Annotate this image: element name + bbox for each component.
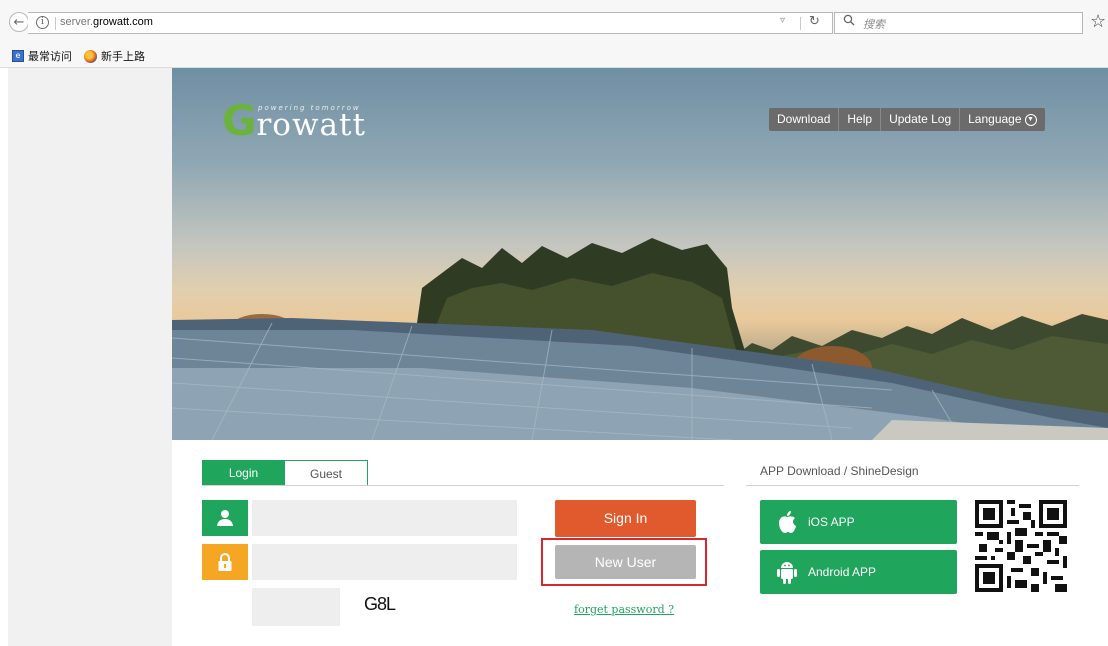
- address-bar[interactable]: i server.growatt.com ▿ ↻: [28, 12, 833, 34]
- bookmarks-bar: e 最常访问 新手上路: [0, 44, 1108, 68]
- apple-icon: [772, 510, 802, 534]
- tab-divider: [202, 485, 724, 486]
- username-input[interactable]: [252, 500, 517, 536]
- annotation-highlight-box: [541, 538, 707, 586]
- bookmark-getting-started[interactable]: 新手上路: [84, 48, 145, 64]
- firefox-icon: [84, 49, 97, 63]
- ios-app-label: iOS APP: [808, 515, 855, 529]
- url-text[interactable]: server.growatt.com: [60, 16, 153, 28]
- bookmark-label: 最常访问: [28, 50, 72, 63]
- qr-code-icon: [975, 500, 1067, 592]
- hero-banner: Growatt powering tomorrow Download Help …: [172, 68, 1108, 440]
- search-placeholder: 搜索: [863, 18, 885, 31]
- search-bar[interactable]: 搜索: [834, 12, 1083, 34]
- logo-letter: G: [222, 96, 257, 145]
- back-arrow-icon: ←: [13, 14, 25, 30]
- android-icon: [772, 559, 802, 585]
- bookmark-star-icon[interactable]: ☆: [1090, 12, 1106, 32]
- nav-update-log[interactable]: Update Log: [881, 108, 961, 131]
- forget-password-link[interactable]: forget password ?: [574, 603, 674, 616]
- nav-help[interactable]: Help: [839, 108, 882, 131]
- browser-toolbar: ← i server.growatt.com ▿ ↻ 搜索 ☆: [0, 0, 1108, 44]
- info-icon[interactable]: i: [36, 16, 49, 29]
- user-icon: [202, 500, 248, 536]
- app-divider: [746, 485, 1079, 486]
- password-input[interactable]: [252, 544, 517, 580]
- app-download-header: APP Download / ShineDesign: [760, 464, 919, 478]
- bookmark-most-visited[interactable]: e 最常访问: [12, 48, 72, 64]
- sign-in-button[interactable]: Sign In: [555, 500, 696, 537]
- left-margin-panel: [8, 68, 172, 646]
- login-tabs: Login Guest: [202, 460, 368, 486]
- android-app-label: Android APP: [808, 565, 877, 579]
- top-nav: Download Help Update Log Language ▼: [769, 108, 1045, 131]
- back-button[interactable]: ←: [9, 12, 29, 32]
- logo-wordmark: rowatt: [256, 107, 366, 143]
- tab-guest[interactable]: Guest: [285, 460, 368, 486]
- ios-app-button[interactable]: iOS APP: [760, 500, 957, 544]
- bookmark-label: 新手上路: [101, 50, 145, 63]
- bookmark-page-icon: e: [12, 50, 24, 62]
- lock-icon: [202, 544, 248, 580]
- chevron-down-icon: ▼: [1024, 113, 1037, 126]
- captcha-image[interactable]: G8L: [364, 594, 396, 615]
- nav-language-label: Language: [968, 112, 1022, 126]
- url-separator-2: [800, 17, 801, 30]
- captcha-input[interactable]: [252, 588, 340, 626]
- url-domain: growatt.com: [93, 16, 153, 28]
- growatt-logo[interactable]: Growatt powering tomorrow: [222, 96, 366, 145]
- url-subdomain: server.: [60, 16, 94, 28]
- android-app-button[interactable]: Android APP: [760, 550, 957, 594]
- nav-language[interactable]: Language ▼: [960, 108, 1044, 131]
- search-icon: [843, 14, 855, 26]
- logo-tagline: powering tomorrow: [258, 104, 361, 112]
- url-separator: [55, 17, 56, 30]
- padlock-icon: [218, 553, 232, 571]
- url-dropdown-icon[interactable]: ▿: [780, 15, 785, 26]
- reload-icon[interactable]: ↻: [809, 14, 820, 29]
- tab-login[interactable]: Login: [202, 460, 285, 486]
- nav-download[interactable]: Download: [769, 108, 840, 131]
- person-icon: [217, 510, 233, 526]
